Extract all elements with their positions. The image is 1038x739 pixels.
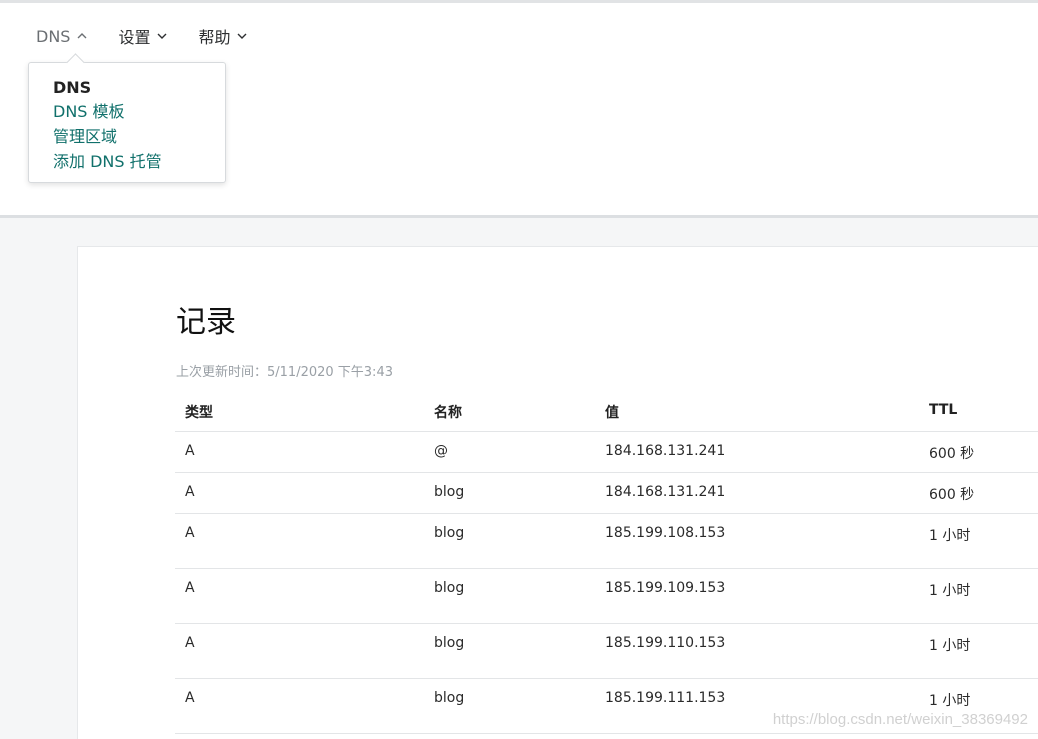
cell-ttl: 1 小时 (929, 693, 971, 709)
cell-name: blog (434, 525, 465, 541)
cell-name: blog (434, 484, 465, 500)
cell-ttl: 600 秒 (929, 446, 975, 462)
nav-item-label: DNS (36, 26, 71, 46)
page-title: 记录 (176, 305, 236, 340)
menu-item-dns-templates[interactable]: DNS 模板 (53, 99, 225, 124)
header: DNS 设置 帮助 DNS DNS 模板 管理区域 添加 DNS 托管 (0, 3, 1038, 218)
table-header-row: 类型 名称 值 TTL (175, 391, 1038, 432)
cell-name: blog (434, 690, 465, 706)
table-row[interactable]: A @ 184.168.131.241 600 秒 (175, 432, 1038, 473)
cell-value: 184.168.131.241 (605, 484, 726, 500)
nav-item-label: 帮助 (198, 28, 231, 47)
cell-name: @ (434, 443, 448, 459)
menu-item-manage-zones[interactable]: 管理区域 (53, 124, 225, 149)
column-header-type: 类型 (185, 405, 213, 421)
cell-type: A (185, 635, 195, 651)
nav-item-label: 设置 (118, 28, 151, 47)
cell-type: A (185, 525, 195, 541)
column-header-ttl: TTL (929, 402, 958, 418)
chevron-up-icon (76, 30, 88, 42)
nav-item-dns[interactable]: DNS (36, 25, 88, 47)
cell-ttl: 1 小时 (929, 638, 971, 654)
dns-dropdown-menu: DNS DNS 模板 管理区域 添加 DNS 托管 (28, 62, 226, 183)
chevron-down-icon (236, 30, 248, 42)
cell-ttl: 600 秒 (929, 487, 975, 503)
watermark: https://blog.csdn.net/weixin_38369492 (772, 711, 1028, 728)
top-nav: DNS 设置 帮助 (36, 25, 278, 47)
menu-item-add-dns-hosting[interactable]: 添加 DNS 托管 (53, 149, 225, 174)
records-table: 类型 名称 值 TTL A @ 184.168.131.241 600 秒 A … (175, 391, 1038, 734)
cell-type: A (185, 443, 195, 459)
table-row[interactable]: A blog 185.199.110.153 1 小时 (175, 624, 1038, 679)
cell-name: blog (434, 580, 465, 596)
cell-ttl: 1 小时 (929, 583, 971, 599)
column-header-value: 值 (605, 405, 619, 421)
cell-type: A (185, 690, 195, 706)
nav-item-settings[interactable]: 设置 (118, 25, 168, 47)
cell-ttl: 1 小时 (929, 528, 971, 544)
records-card: 记录 上次更新时间：5/11/2020 下午3:43 类型 名称 值 TTL A… (77, 246, 1038, 739)
last-updated-text: 上次更新时间：5/11/2020 下午3:43 (176, 365, 393, 380)
cell-value: 185.199.110.153 (605, 635, 726, 651)
cell-type: A (185, 484, 195, 500)
chevron-down-icon (156, 30, 168, 42)
table-row[interactable]: A blog 185.199.109.153 1 小时 (175, 569, 1038, 624)
column-header-name: 名称 (434, 405, 462, 421)
cell-value: 185.199.109.153 (605, 580, 726, 596)
cell-name: blog (434, 635, 465, 651)
cell-type: A (185, 580, 195, 596)
table-row[interactable]: A blog 185.199.108.153 1 小时 (175, 514, 1038, 569)
dropdown-title: DNS (53, 78, 92, 97)
table-row[interactable]: A blog 184.168.131.241 600 秒 (175, 473, 1038, 514)
cell-value: 185.199.111.153 (605, 690, 726, 706)
cell-value: 184.168.131.241 (605, 443, 726, 459)
nav-item-help[interactable]: 帮助 (198, 25, 248, 47)
cell-value: 185.199.108.153 (605, 525, 726, 541)
